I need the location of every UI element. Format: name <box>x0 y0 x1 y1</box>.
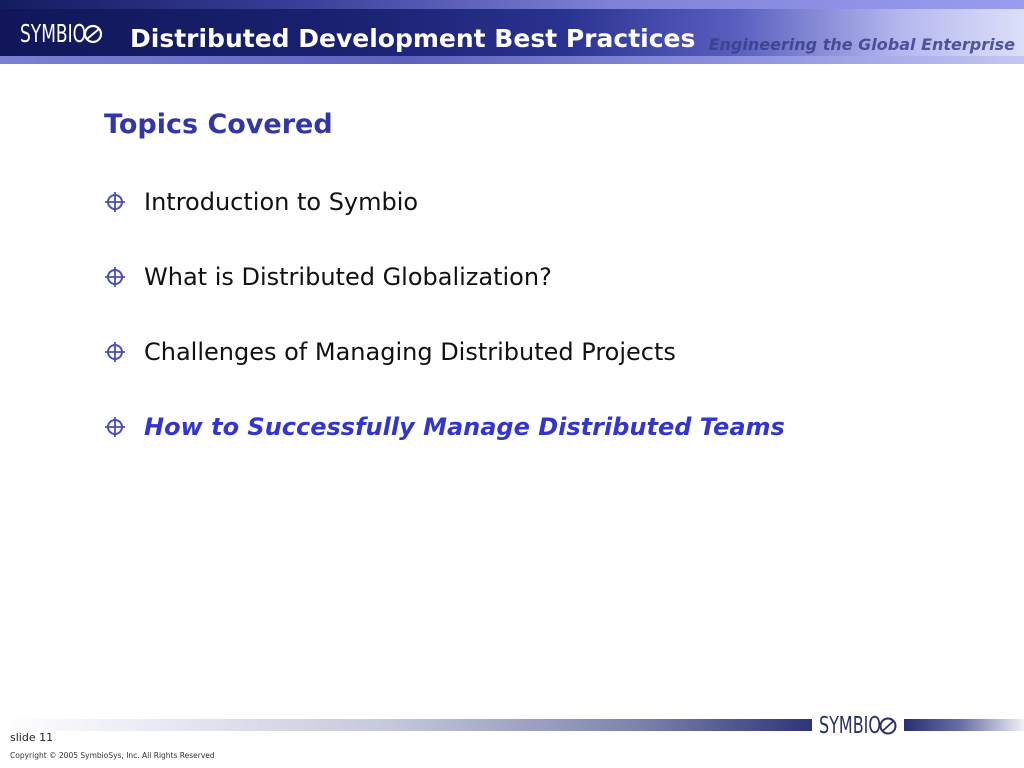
topic-list: Introduction to Symbio What is Distribut… <box>104 182 785 482</box>
symbio-logo: SYMBIO <box>20 19 103 48</box>
presentation-title: Distributed Development Best Practices <box>130 24 696 53</box>
slide-header: SYMBIO Distributed Development Best Prac… <box>0 0 1024 64</box>
topic-label: Introduction to Symbio <box>144 188 419 216</box>
copyright-notice: Copyright © 2005 SymbioSys, Inc. All Rig… <box>10 751 215 760</box>
topic-item-introduction: Introduction to Symbio <box>104 182 785 257</box>
topic-item-challenges: Challenges of Managing Distributed Proje… <box>104 332 785 407</box>
crosshair-circle-icon <box>105 342 125 362</box>
header-bottom-strip <box>0 56 1024 64</box>
topic-label: How to Successfully Manage Distributed T… <box>144 413 785 441</box>
topic-item-distributed-globalization: What is Distributed Globalization? <box>104 257 785 332</box>
footer-logo-container: SYMBIO <box>812 704 904 746</box>
topic-label: Challenges of Managing Distributed Proje… <box>144 338 676 366</box>
svg-text:SYMBIO: SYMBIO <box>819 713 881 739</box>
company-tagline: Engineering the Global Enterprise <box>708 35 1015 54</box>
slide-number: slide 11 <box>10 731 54 744</box>
svg-text:SYMBIO: SYMBIO <box>20 19 86 48</box>
section-heading: Topics Covered <box>104 109 333 140</box>
header-top-strip <box>0 0 1024 9</box>
crosshair-circle-icon <box>105 267 125 287</box>
footer-bar-right <box>900 719 1024 731</box>
crosshair-circle-icon <box>105 192 125 212</box>
crosshair-circle-icon <box>105 417 125 437</box>
symbio-logo: SYMBIO <box>819 713 897 739</box>
topic-label: What is Distributed Globalization? <box>144 263 552 291</box>
topic-item-manage-teams-current: How to Successfully Manage Distributed T… <box>104 407 785 482</box>
